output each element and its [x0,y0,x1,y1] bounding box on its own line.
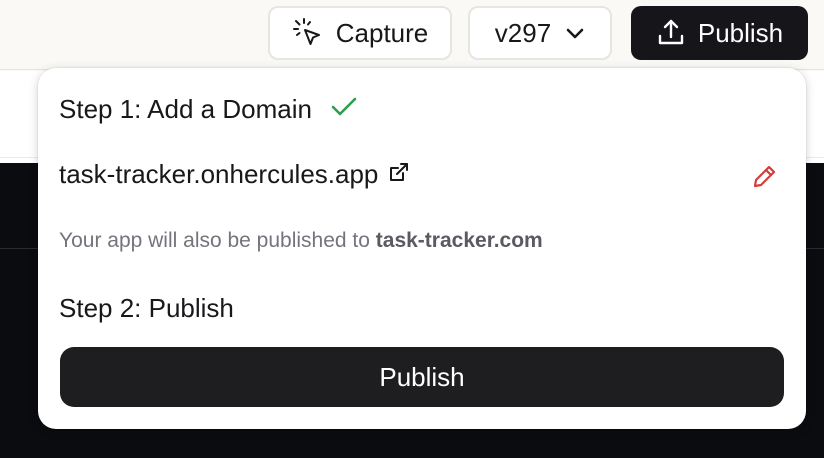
external-link-icon[interactable] [388,159,410,190]
domain-row: task-tracker.onhercules.app [59,159,410,190]
step1-title: Step 1: Add a Domain [59,94,312,124]
step2-heading: Step 2: Publish [59,293,234,324]
publish-note: Your app will also be published to task-… [59,229,543,253]
note-domain: task-tracker.com [375,229,543,252]
edit-domain-button[interactable] [750,163,780,193]
step1-heading: Step 1: Add a Domain [59,94,358,125]
note-text: Your app will also be published to [59,229,376,252]
version-label: v297 [494,17,552,48]
cursor-click-icon [292,17,324,49]
pencil-icon [752,163,778,194]
check-icon [330,94,358,125]
publish-confirm-label: Publish [379,361,465,392]
publish-label: Publish [697,17,784,48]
upload-icon [656,18,686,48]
publish-popover: Step 1: Add a Domain task-tracker.onherc… [38,68,806,429]
capture-button[interactable]: Capture [268,6,452,60]
step2-title: Step 2: Publish [59,293,234,323]
chevron-down-icon [565,26,585,40]
version-dropdown[interactable]: v297 [468,6,612,60]
capture-label: Capture [335,17,429,48]
publish-confirm-button[interactable]: Publish [60,347,784,407]
domain-link[interactable]: task-tracker.onhercules.app [59,159,378,190]
publish-button[interactable]: Publish [631,6,808,60]
